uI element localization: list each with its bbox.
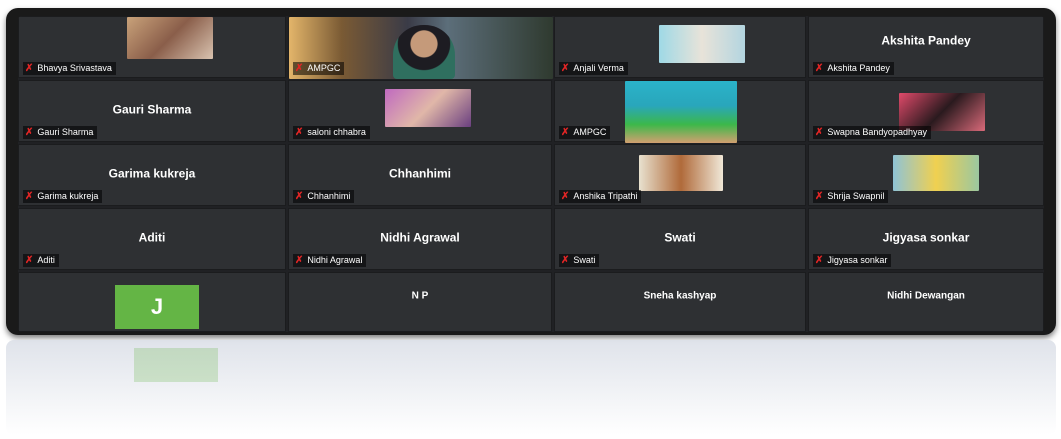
participant-tile-swapna[interactable]: ✗ Swapna Bandyopadhyay xyxy=(808,80,1044,142)
participant-tile-anshika[interactable]: ✗ Anshika Tripathi xyxy=(554,144,806,206)
participant-display-name: Garima kukreja xyxy=(108,166,196,181)
participant-display-name: Chhanhimi xyxy=(389,166,451,181)
mic-muted-icon: ✗ xyxy=(25,127,34,138)
monitor-frame: ✗ Bhavya Srivastava ✗ AMPGC ✗ Anjali Verma … xyxy=(6,8,1056,335)
participant-name: Jigyasa sonkar xyxy=(827,255,888,265)
participant-name: Swati xyxy=(573,255,596,265)
participant-label: ✗ Gauri Sharma xyxy=(23,126,98,139)
participant-name: Aditi xyxy=(37,255,55,265)
participant-tile-np[interactable]: N P xyxy=(288,272,552,332)
mic-muted-icon: ✗ xyxy=(561,255,570,266)
participant-display-name: N P xyxy=(411,290,429,302)
participant-label: ✗ Nidhi Agrawal xyxy=(293,254,367,267)
mic-muted-icon: ✗ xyxy=(295,255,304,266)
participant-label: ✗ Garima kukreja xyxy=(23,190,103,203)
video-thumbnail xyxy=(127,17,213,59)
participant-tile-aditi[interactable]: Aditi ✗ Aditi xyxy=(18,208,286,270)
video-thumbnail xyxy=(893,155,979,191)
participant-name: Gauri Sharma xyxy=(37,127,94,137)
video-thumbnail xyxy=(659,25,745,63)
mic-muted-icon: ✗ xyxy=(815,191,824,202)
participant-name: AMPGC xyxy=(573,127,607,137)
participant-tile-sneha[interactable]: Sneha kashyap xyxy=(554,272,806,332)
participant-tile-j[interactable]: J xyxy=(18,272,286,332)
mic-muted-icon: ✗ xyxy=(815,63,824,74)
participant-display-name: Gauri Sharma xyxy=(112,102,192,117)
participant-label: ✗ Aditi xyxy=(23,254,59,267)
mic-muted-icon: ✗ xyxy=(815,127,824,138)
mic-muted-icon: ✗ xyxy=(295,191,304,202)
mic-muted-icon: ✗ xyxy=(25,255,34,266)
participant-tile-saloni[interactable]: ✗ saloni chhabra xyxy=(288,80,552,142)
participant-display-name: Nidhi Dewangan xyxy=(887,290,965,302)
participant-label: ✗ AMPGC xyxy=(293,62,345,75)
video-thumbnail xyxy=(639,155,723,191)
participant-name: Anjali Verma xyxy=(573,63,624,73)
mic-muted-icon: ✗ xyxy=(25,63,34,74)
participant-label: ✗ Swati xyxy=(559,254,600,267)
participant-name: AMPGC xyxy=(307,63,341,73)
participant-label: ✗ Swapna Bandyopadhyay xyxy=(813,126,931,139)
participant-display-name: Jigyasa sonkar xyxy=(882,230,970,245)
participant-label: ✗ saloni chhabra xyxy=(293,126,370,139)
mic-muted-icon: ✗ xyxy=(295,63,304,74)
participant-tile-chhanhimi[interactable]: Chhanhimi ✗ Chhanhimi xyxy=(288,144,552,206)
mic-muted-icon: ✗ xyxy=(561,191,570,202)
participant-display-name: Sneha kashyap xyxy=(643,290,717,302)
mic-muted-icon: ✗ xyxy=(295,127,304,138)
person-silhouette xyxy=(393,25,455,79)
participant-name: Bhavya Srivastava xyxy=(37,63,112,73)
participant-label: ✗ AMPGC xyxy=(559,126,611,139)
participant-tile-shrija[interactable]: ✗ Shrija Swapnil xyxy=(808,144,1044,206)
participant-tile-swati[interactable]: Swati ✗ Swati xyxy=(554,208,806,270)
participant-tile-gauri[interactable]: Gauri Sharma ✗ Gauri Sharma xyxy=(18,80,286,142)
mic-muted-icon: ✗ xyxy=(561,63,570,74)
participant-name: Shrija Swapnil xyxy=(827,191,885,201)
participant-label: ✗ Akshita Pandey xyxy=(813,62,894,75)
participant-display-name: Swati xyxy=(664,230,696,245)
participant-label: ✗ Anjali Verma xyxy=(559,62,628,75)
participant-name: Swapna Bandyopadhyay xyxy=(827,127,927,137)
participant-display-name: Akshita Pandey xyxy=(881,33,971,48)
participant-tile-bhavya[interactable]: ✗ Bhavya Srivastava xyxy=(18,16,286,78)
mic-muted-icon: ✗ xyxy=(561,127,570,138)
participant-tile-nidhi-agrawal[interactable]: Nidhi Agrawal ✗ Nidhi Agrawal xyxy=(288,208,552,270)
participant-label: ✗ Chhanhimi xyxy=(293,190,355,203)
participant-label: ✗ Jigyasa sonkar xyxy=(813,254,892,267)
participant-name: Akshita Pandey xyxy=(827,63,890,73)
participant-name: Nidhi Agrawal xyxy=(307,255,363,265)
mic-muted-icon: ✗ xyxy=(25,191,34,202)
participant-label: ✗ Bhavya Srivastava xyxy=(23,62,116,75)
participant-label: ✗ Shrija Swapnil xyxy=(813,190,889,203)
video-thumbnail xyxy=(385,89,471,127)
participant-tile-garima[interactable]: Garima kukreja ✗ Garima kukreja xyxy=(18,144,286,206)
video-call-grid: ✗ Bhavya Srivastava ✗ AMPGC ✗ Anjali Verma … xyxy=(18,16,1044,332)
participant-tile-akshita[interactable]: Akshita Pandey ✗ Akshita Pandey xyxy=(808,16,1044,78)
participant-name: Chhanhimi xyxy=(307,191,351,201)
participant-label: ✗ Anshika Tripathi xyxy=(559,190,642,203)
participant-tile-anjali[interactable]: ✗ Anjali Verma xyxy=(554,16,806,78)
participant-name: Anshika Tripathi xyxy=(573,191,638,201)
participant-tile-ampgc[interactable]: ✗ AMPGC xyxy=(288,16,553,79)
participant-tile-ampgc-2[interactable]: ✗ AMPGC xyxy=(554,80,806,143)
video-feed xyxy=(625,81,737,143)
participant-name: saloni chhabra xyxy=(307,127,366,137)
mic-muted-icon: ✗ xyxy=(815,255,824,266)
avatar: J xyxy=(115,285,199,329)
screen-reflection xyxy=(6,340,1056,435)
participant-display-name: Nidhi Agrawal xyxy=(380,230,460,245)
participant-tile-jigyasa[interactable]: Jigyasa sonkar ✗ Jigyasa sonkar xyxy=(808,208,1044,270)
reflection-avatar-shape xyxy=(134,348,218,382)
participant-tile-nidhi-dewangan[interactable]: Nidhi Dewangan xyxy=(808,272,1044,332)
participant-display-name: Aditi xyxy=(138,230,166,245)
participant-name: Garima kukreja xyxy=(37,191,99,201)
